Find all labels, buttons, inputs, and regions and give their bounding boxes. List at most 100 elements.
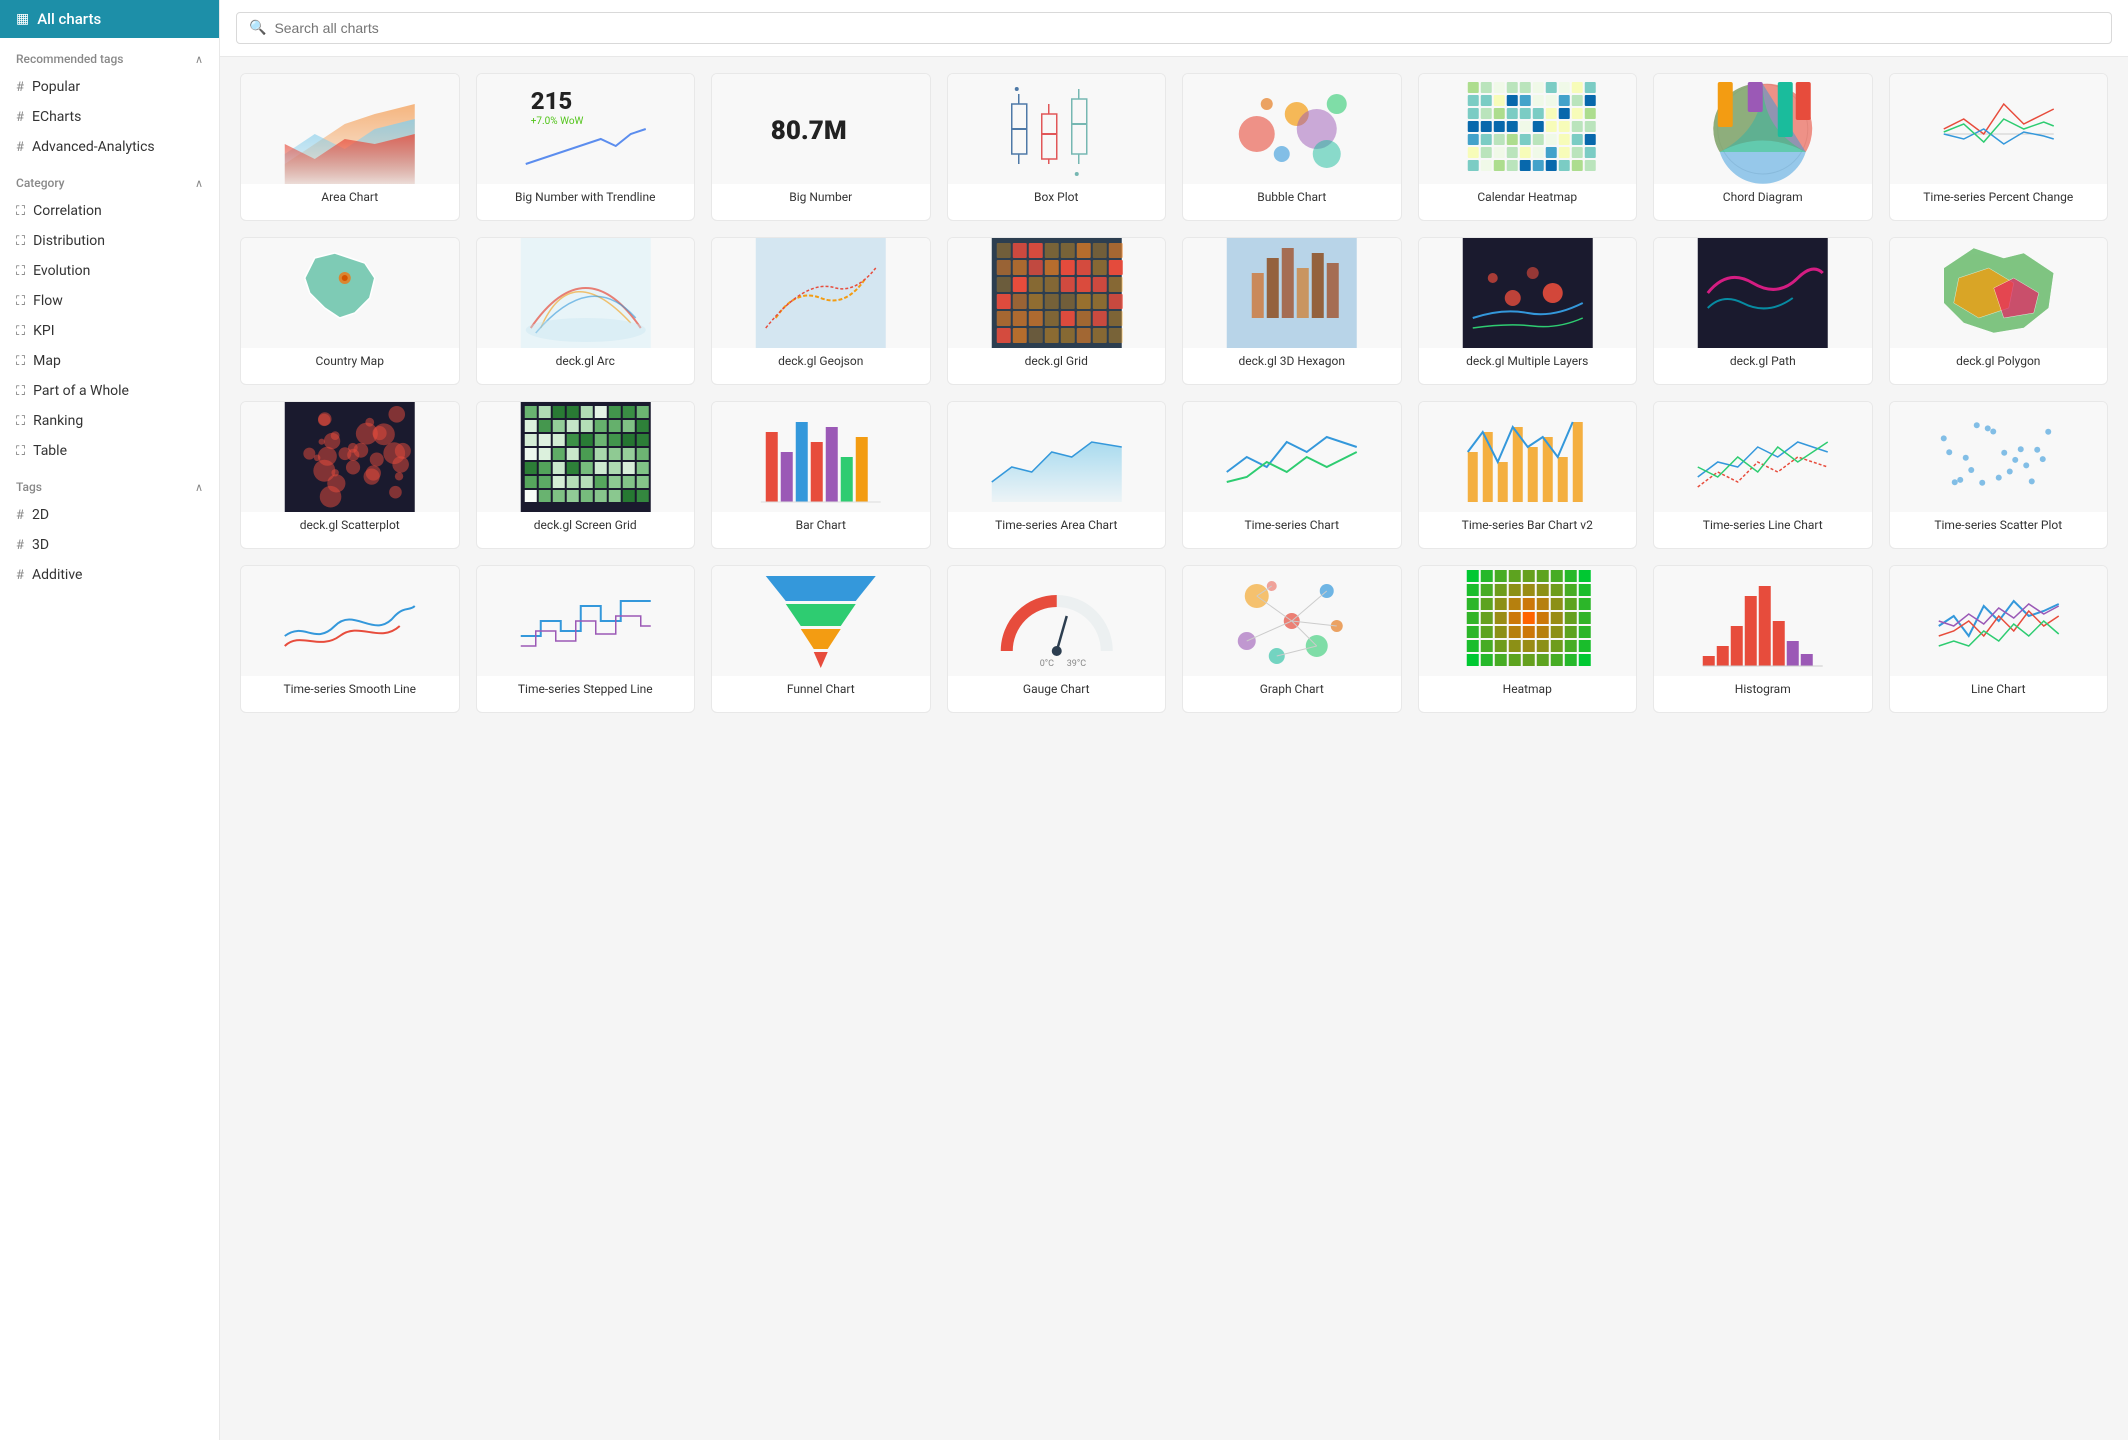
sidebar: ▦ All charts Recommended tags ∧ # Popula… — [0, 0, 220, 1440]
chart-card[interactable]: Time-series Scatter Plot — [1889, 401, 2109, 549]
chart-card[interactable]: Area Chart — [240, 73, 460, 221]
chart-label: Time-series Percent Change — [1890, 184, 2108, 220]
chart-card[interactable]: Heatmap — [1418, 565, 1638, 713]
chart-thumbnail — [1654, 566, 1872, 676]
chart-card[interactable]: Funnel Chart — [711, 565, 931, 713]
sidebar-item-echarts[interactable]: # ECharts — [0, 102, 219, 132]
chart-thumbnail — [241, 402, 459, 512]
sidebar-item-kpi[interactable]: ⛶ KPI — [0, 316, 219, 346]
chart-thumbnail — [1419, 238, 1637, 348]
chart-thumbnail — [712, 238, 930, 348]
sidebar-item-ranking[interactable]: ⛶ Ranking — [0, 406, 219, 436]
search-bar: 🔍 — [236, 12, 2112, 44]
chart-card[interactable]: deck.gl Geojson — [711, 237, 931, 385]
chart-grid: Area Chart 215 +7.0% WoW Big Number with… — [240, 73, 2108, 713]
search-input[interactable] — [274, 20, 2099, 36]
sidebar-item-advanced-analytics[interactable]: # Advanced-Analytics — [0, 132, 219, 162]
sidebar-item-evolution[interactable]: ⛶ Evolution — [0, 256, 219, 286]
chart-label: Time-series Chart — [1183, 512, 1401, 548]
chart-thumbnail: 215 +7.0% WoW — [477, 74, 695, 184]
chart-thumbnail — [241, 566, 459, 676]
chart-card[interactable]: Chord Diagram — [1653, 73, 1873, 221]
sidebar-item-3d[interactable]: # 3D — [0, 530, 219, 560]
chart-card[interactable]: deck.gl Scatterplot — [240, 401, 460, 549]
sidebar-item-flow[interactable]: ⛶ Flow — [0, 286, 219, 316]
chart-grid-container: Area Chart 215 +7.0% WoW Big Number with… — [220, 57, 2128, 1440]
sidebar-item-popular[interactable]: # Popular — [0, 72, 219, 102]
chart-card[interactable]: Calendar Heatmap — [1418, 73, 1638, 221]
chart-card[interactable]: deck.gl Polygon — [1889, 237, 2109, 385]
chart-thumbnail — [1419, 74, 1637, 184]
sidebar-item-map[interactable]: ⛶ Map — [0, 346, 219, 376]
chart-thumbnail — [1183, 74, 1401, 184]
chart-card[interactable]: Time-series Chart — [1182, 401, 1402, 549]
hash-icon: # — [16, 80, 24, 95]
chart-label: Big Number with Trendline — [477, 184, 695, 220]
chart-thumbnail — [1890, 238, 2108, 348]
chart-label: deck.gl Geojson — [712, 348, 930, 384]
chart-card[interactable]: Bubble Chart — [1182, 73, 1402, 221]
distribution-icon: ⛶ — [16, 234, 25, 249]
chart-thumbnail — [1419, 566, 1637, 676]
svg-text:80.7M: 80.7M — [771, 116, 847, 146]
sidebar-item-distribution[interactable]: ⛶ Distribution — [0, 226, 219, 256]
chart-card[interactable]: Time-series Area Chart — [947, 401, 1167, 549]
chart-card[interactable]: Time-series Percent Change — [1889, 73, 2109, 221]
sidebar-item-part-of-whole[interactable]: ⛶ Part of a Whole — [0, 376, 219, 406]
chart-thumbnail — [948, 74, 1166, 184]
chart-card[interactable]: Country Map — [240, 237, 460, 385]
hash-icon: # — [16, 140, 24, 155]
chart-label: Line Chart — [1890, 676, 2108, 712]
chart-card[interactable]: deck.gl Grid — [947, 237, 1167, 385]
chart-thumbnail — [477, 238, 695, 348]
chart-thumbnail — [1654, 74, 1872, 184]
chart-card[interactable]: Bar Chart — [711, 401, 931, 549]
chart-label: deck.gl Arc — [477, 348, 695, 384]
chart-label: deck.gl Polygon — [1890, 348, 2108, 384]
main-content: 🔍 Area Chart 215 +7.0% WoW Big Number wi… — [220, 0, 2128, 1440]
chart-label: deck.gl Path — [1654, 348, 1872, 384]
chart-card[interactable]: Time-series Stepped Line — [476, 565, 696, 713]
chart-label: deck.gl Grid — [948, 348, 1166, 384]
flow-icon: ⛶ — [16, 294, 25, 309]
chart-card[interactable]: deck.gl Multiple Layers — [1418, 237, 1638, 385]
chart-card[interactable]: deck.gl Arc — [476, 237, 696, 385]
recommended-tags-section: Recommended tags ∧ — [0, 42, 219, 72]
chart-card[interactable]: 0°C 39°C Gauge Chart — [947, 565, 1167, 713]
chart-label: Area Chart — [241, 184, 459, 220]
chart-card[interactable]: Graph Chart — [1182, 565, 1402, 713]
chart-thumbnail — [1419, 402, 1637, 512]
chart-card[interactable]: deck.gl 3D Hexagon — [1182, 237, 1402, 385]
search-icon: 🔍 — [249, 20, 266, 36]
chart-card[interactable]: deck.gl Screen Grid — [476, 401, 696, 549]
svg-text:39°C: 39°C — [1066, 659, 1085, 669]
chart-card[interactable]: 215 +7.0% WoW Big Number with Trendline — [476, 73, 696, 221]
chart-card[interactable]: Time-series Smooth Line — [240, 565, 460, 713]
sidebar-item-all-charts[interactable]: ▦ All charts — [0, 0, 219, 38]
chart-card[interactable]: Histogram — [1653, 565, 1873, 713]
chart-card[interactable]: Time-series Bar Chart v2 — [1418, 401, 1638, 549]
chart-thumbnail — [1183, 238, 1401, 348]
chevron-up-icon: ∧ — [195, 481, 203, 494]
chart-label: Graph Chart — [1183, 676, 1401, 712]
chart-thumbnail — [1890, 402, 2108, 512]
chart-label: Country Map — [241, 348, 459, 384]
chart-label: Time-series Bar Chart v2 — [1419, 512, 1637, 548]
chart-card[interactable]: 80.7M Big Number — [711, 73, 931, 221]
chart-card[interactable]: Box Plot — [947, 73, 1167, 221]
sidebar-item-2d[interactable]: # 2D — [0, 500, 219, 530]
chart-thumbnail — [1654, 402, 1872, 512]
grid-icon: ▦ — [16, 11, 29, 27]
chart-label: Gauge Chart — [948, 676, 1166, 712]
chart-thumbnail: 0°C 39°C — [948, 566, 1166, 676]
sidebar-item-additive[interactable]: # Additive — [0, 560, 219, 590]
hash-icon: # — [16, 538, 24, 553]
chart-card[interactable]: Time-series Line Chart — [1653, 401, 1873, 549]
sidebar-item-correlation[interactable]: ⛶ Correlation — [0, 196, 219, 226]
chart-thumbnail — [948, 238, 1166, 348]
chart-card[interactable]: Line Chart — [1889, 565, 2109, 713]
chart-label: Bar Chart — [712, 512, 930, 548]
sidebar-item-table[interactable]: ⛶ Table — [0, 436, 219, 466]
hash-icon: # — [16, 110, 24, 125]
chart-card[interactable]: deck.gl Path — [1653, 237, 1873, 385]
